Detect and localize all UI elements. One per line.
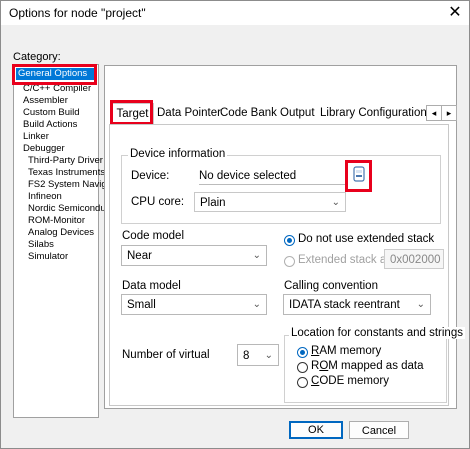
category-subitem[interactable]: Silabs [28,239,54,250]
tab-library-configuration[interactable]: Library Configuration [320,103,427,123]
device-label: Device: [131,170,170,182]
cpu-core-select[interactable]: Plain ⌄ [194,192,346,212]
cpu-core-value: Plain [200,197,226,209]
category-label: Category: [13,51,61,63]
category-subitem[interactable]: Simulator [28,251,68,262]
category-subitem[interactable]: Analog Devices [28,227,94,238]
category-item[interactable]: Linker [23,131,49,142]
ok-button[interactable]: OK [289,421,343,439]
cancel-button[interactable]: Cancel [349,421,409,439]
category-item[interactable]: Debugger [23,143,65,154]
radio-no-extended-stack[interactable] [284,235,295,246]
calling-convention-value: IDATA stack reentrant [289,299,400,311]
category-item[interactable]: Build Actions [23,119,77,130]
calling-convention-select[interactable]: IDATA stack reentrant ⌄ [283,294,431,315]
tab-scroll-left-icon[interactable]: ◂ [426,105,442,121]
category-subitem[interactable]: FS2 System Naviga [28,179,112,190]
close-icon[interactable]: ✕ [445,3,465,23]
highlight-general-options [12,64,97,85]
category-list[interactable]: General Options C/C++ Compiler Assembler… [13,64,112,418]
number-of-virtual-value: 8 [243,350,250,362]
radio-extended-stack[interactable] [284,256,295,267]
code-memory-label: CODE memory [311,375,389,387]
chevron-down-icon: ⌄ [416,299,425,310]
category-item[interactable]: Custom Build [23,107,80,118]
tab-scroll-right-icon[interactable]: ▸ [441,105,457,121]
extended-stack-address[interactable]: 0x002000 [384,249,444,269]
category-subitem[interactable]: Infineon [28,191,62,202]
chevron-down-icon: ⌄ [331,197,340,208]
code-model-label: Code model [122,230,185,242]
title-bar: Options for node "project" ✕ [1,1,469,25]
code-model-value: Near [127,250,152,262]
rom-mapped-label: ROM mapped as data [311,360,424,372]
category-subitem[interactable]: ROM-Monitor [28,215,85,226]
radio-ram-memory[interactable] [297,347,308,358]
window-title: Options for node "project" [9,6,146,20]
no-extended-stack-label: Do not use extended stack [298,233,435,245]
chevron-down-icon: ⌄ [264,350,273,361]
device-info-legend: Device information [128,148,228,160]
radio-rom-mapped[interactable] [297,362,308,373]
number-of-virtual-label: Number of virtual [122,349,210,361]
location-legend: Location for constants and strings [289,327,465,339]
calling-convention-label: Calling convention [284,280,378,292]
category-subitem[interactable]: Third-Party Driver [28,155,103,166]
data-model-value: Small [127,299,156,311]
tab-output[interactable]: Output [280,103,315,123]
data-model-select[interactable]: Small ⌄ [121,294,267,315]
category-subitem[interactable]: Nordic Semiconduc [28,203,110,214]
tab-code-bank[interactable]: Code Bank [220,103,277,123]
category-subitem[interactable]: Texas Instruments [28,167,105,178]
category-item[interactable]: Assembler [23,95,68,106]
chevron-down-icon: ⌄ [252,250,261,261]
data-model-label: Data model [122,280,181,292]
radio-code-memory[interactable] [297,377,308,388]
chevron-down-icon: ⌄ [252,299,261,310]
device-info-group [121,155,441,224]
code-model-select[interactable]: Near ⌄ [121,245,267,266]
tab-data-pointer[interactable]: Data Pointer [157,103,221,123]
device-underline [199,184,345,185]
extended-stack-label: Extended stack at: [298,254,393,266]
highlight-target-tab [110,100,153,125]
number-of-virtual-select[interactable]: 8 ⌄ [237,344,279,366]
device-value: No device selected [199,170,297,182]
ram-memory-label: RAM memory [311,345,382,357]
cpu-core-label: CPU core: [131,196,185,208]
highlight-device-browse [345,160,372,192]
